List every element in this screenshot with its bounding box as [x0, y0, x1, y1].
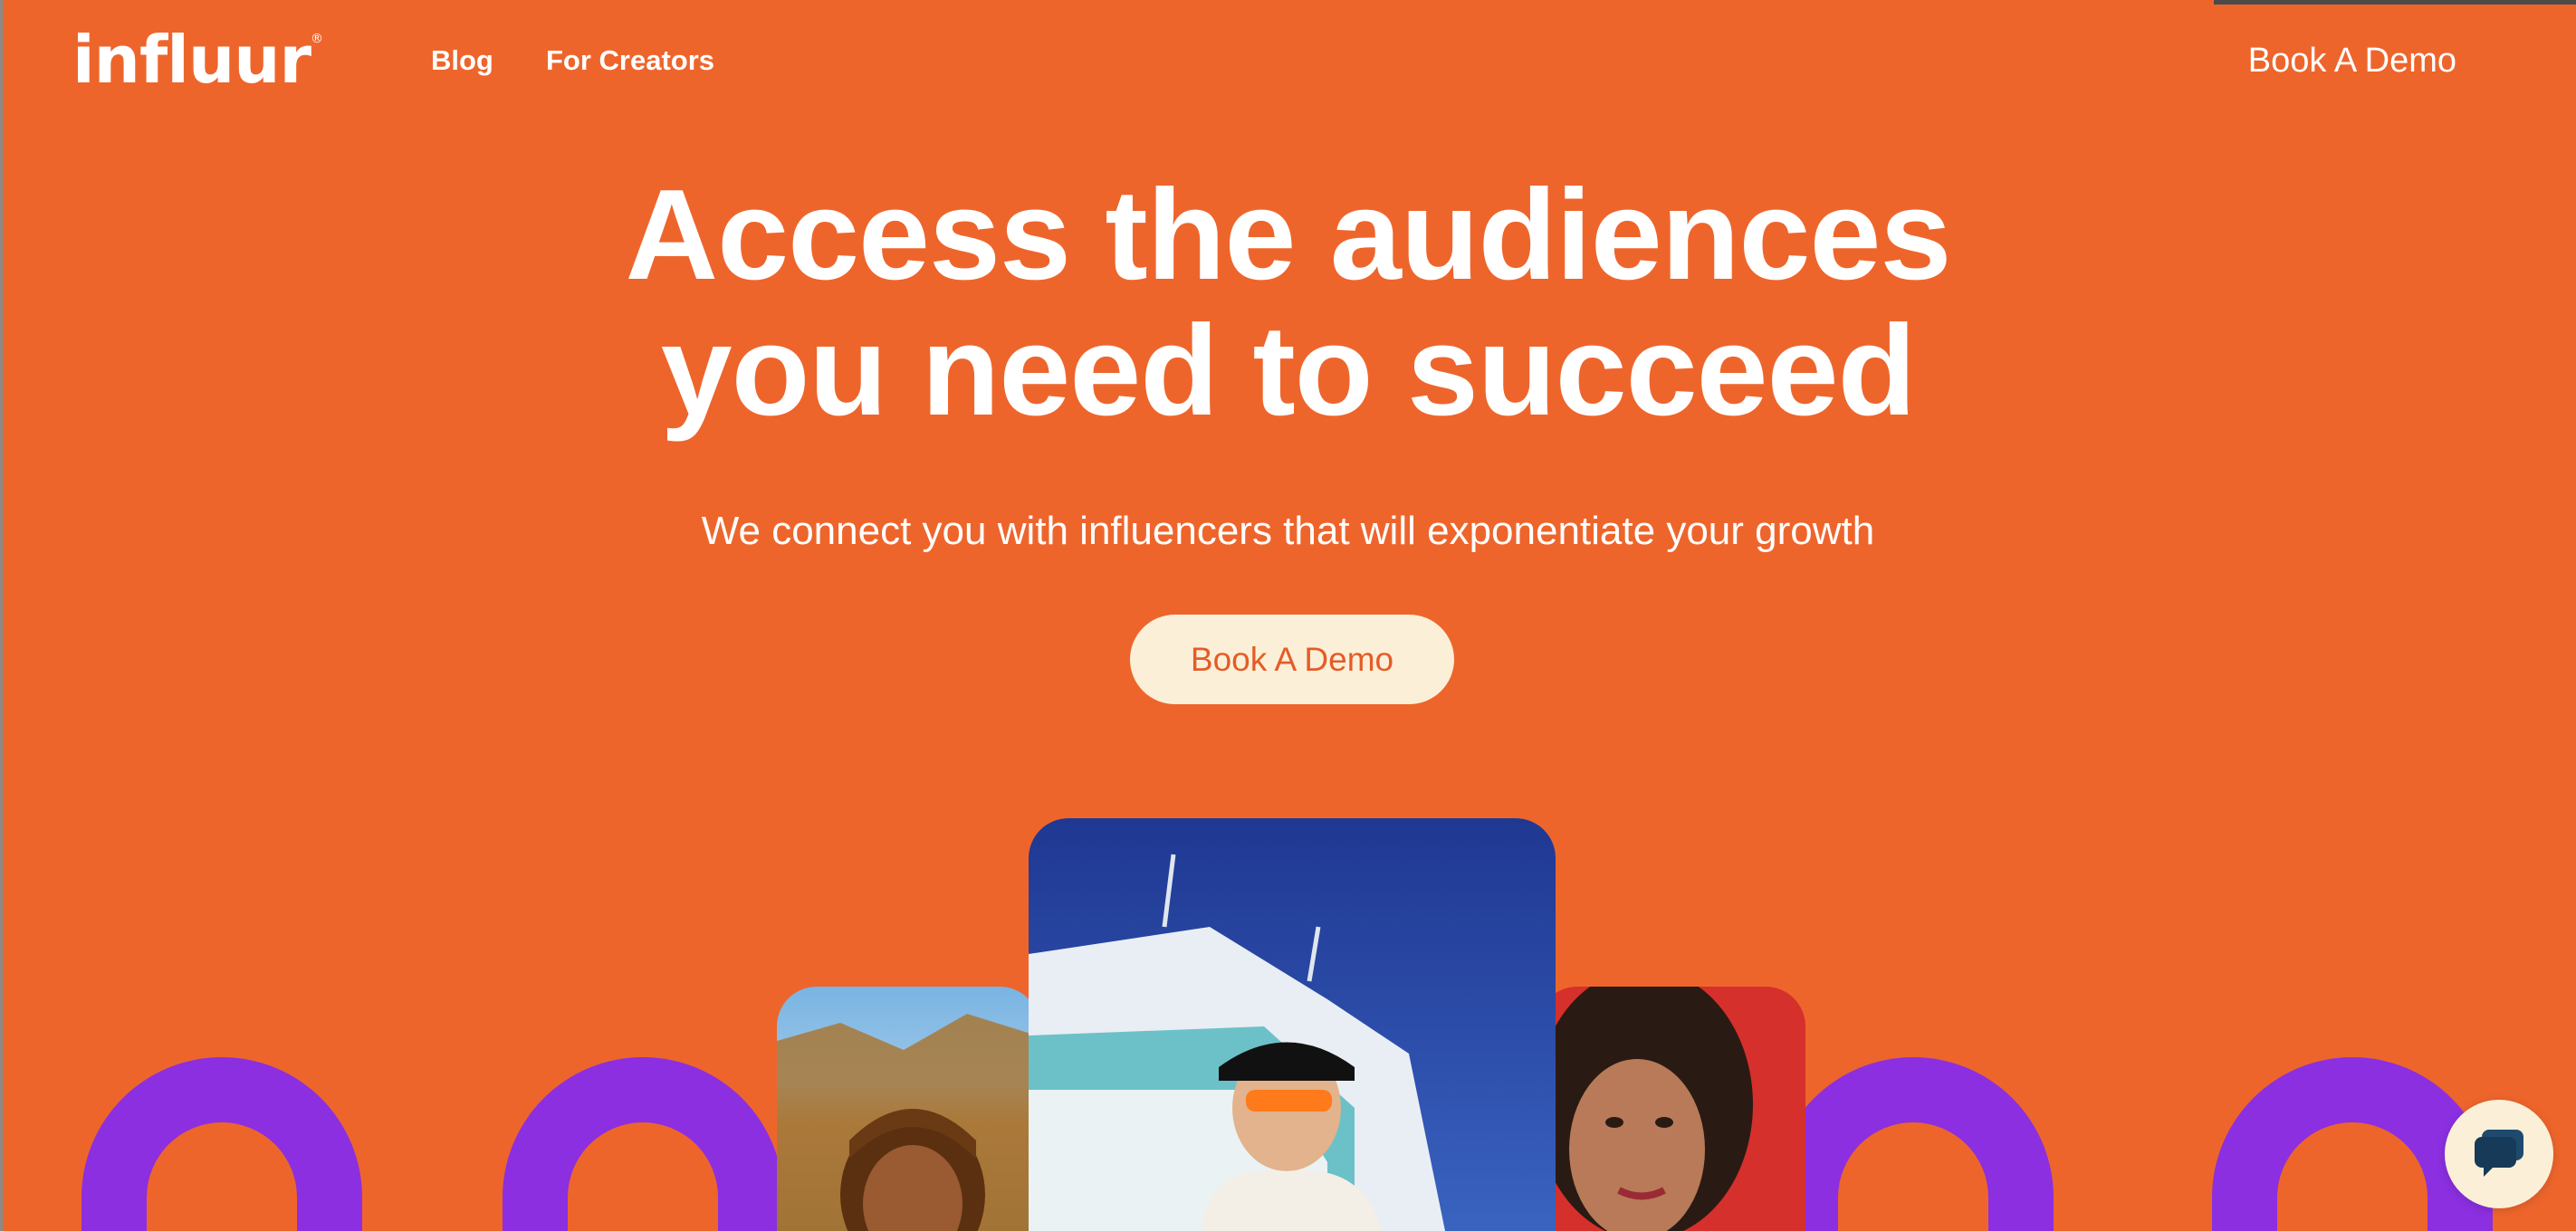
chat-bubble-icon [2471, 1126, 2527, 1183]
chat-launcher-button[interactable] [2445, 1100, 2553, 1208]
creator-photo-center [1029, 818, 1556, 1231]
hero-headline-line-2: you need to succeed [660, 299, 1917, 443]
decorative-arch [1773, 1057, 2054, 1231]
logo-text: influur [72, 22, 311, 98]
decorative-arch [503, 1057, 783, 1231]
registered-mark: ® [310, 32, 323, 46]
book-demo-button[interactable]: Book A Demo [1130, 615, 1454, 704]
top-bar-accent [2214, 0, 2576, 5]
hero-subtitle: We connect you with influencers that wil… [701, 509, 1875, 553]
hero-headline-line-1: Access the audiences [625, 163, 1952, 307]
hero-headline: Access the audiences you need to succeed [0, 167, 2576, 439]
nav-for-creators-link[interactable]: For Creators [546, 43, 714, 77]
nav-book-demo-link[interactable]: Book A Demo [2248, 41, 2456, 82]
nav-blog-link[interactable]: Blog [431, 43, 493, 77]
decorative-arch [81, 1057, 362, 1231]
creator-photo-right [1537, 987, 1805, 1231]
influur-logo[interactable]: influur® [72, 27, 323, 92]
creator-photo-left [777, 987, 1039, 1231]
